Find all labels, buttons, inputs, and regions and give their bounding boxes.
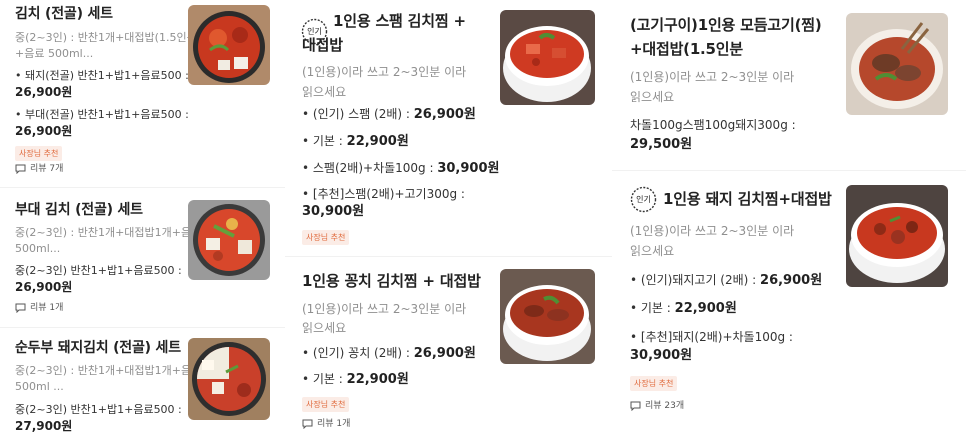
menu-option-label: 중(2~3인) 반찬1+밥1+음료500 : (15, 264, 182, 277)
menu-item-spam-kimchi-jjim[interactable]: 인기 1인용 스팸 김치찜 + 대접밥 (1인용)이라 쓰고 2~3인분 이라 … (285, 0, 612, 256)
menu-column-3: (고기구이)1인용 모듬고기(찜) +대접밥(1.5인분 (1인용)이라 쓰고 … (612, 0, 966, 436)
menu-option-price: 30,900원 (630, 348, 693, 363)
menu-column-1: 김치 (전골) 세트 중(2~3인) : 반찬1개+대접밥(1.5인분) +음료… (0, 0, 285, 436)
menu-item-desc-line1: (1인용)이라 쓰고 2~3인분 이라 (630, 224, 795, 238)
menu-item-modum-gogi-jjim[interactable]: (고기구이)1인용 모듬고기(찜) +대접밥(1.5인분 (1인용)이라 쓰고 … (612, 0, 966, 170)
menu-item-kkongchi-kimchi-jjim[interactable]: 1인용 꽁치 김치찜 + 대접밥 (1인용)이라 쓰고 2~3인분 이라 읽으세… (285, 257, 612, 436)
menu-column-2: 인기 1인용 스팸 김치찜 + 대접밥 (1인용)이라 쓰고 2~3인분 이라 … (285, 0, 612, 436)
menu-item-title: 1인용 돼지 김치찜+대접밥 (663, 190, 832, 208)
comment-icon (302, 419, 313, 429)
menu-item-photo (188, 338, 270, 420)
menu-item-budae-kimchi-set[interactable]: 부대 김치 (전골) 세트 중(2~3인) : 반찬1개+대접밥1개+음료 50… (0, 188, 285, 327)
menu-item-desc-line1: 중(2~3인) : 반찬1개+대접밥(1.5인분) (15, 31, 201, 44)
menu-item-desc-line2: 읽으세요 (630, 244, 675, 258)
menu-option: • 스팸(2배)+차돌100g : 30,900원 (302, 160, 499, 177)
menu-item-title-line1: 1인용 스팸 김치찜 + (333, 12, 466, 30)
menu-item-desc-line2: 500ml... (15, 242, 61, 255)
menu-option: • (인기) 꽁치 (2배) : 26,900원 (302, 345, 476, 362)
menu-item-desc-line1: 중(2~3인) : 반찬1개+대접밥1개+음료 (15, 364, 202, 377)
menu-option-label: • (인기) 스팸 (2배) : (302, 107, 414, 121)
menu-option-price: 26,900원 (413, 107, 476, 122)
menu-item-photo (188, 200, 270, 280)
menu-option: • 기본 : 22,900원 (630, 300, 737, 317)
comment-icon (630, 401, 641, 411)
menu-option-price: 26,900원 (15, 124, 73, 138)
menu-option-price: 26,900원 (760, 273, 823, 288)
review-count-label: 리뷰 23개 (645, 401, 685, 411)
review-count-label: 리뷰 7개 (30, 164, 64, 174)
owner-recommend-badge: 사장님 추천 (15, 146, 63, 161)
menu-item-desc-line2: +음료 500ml... (15, 47, 94, 60)
menu-item-title: 1인용 꽁치 김치찜 + 대접밥 (302, 272, 481, 290)
menu-option-label: 차돌100g스팸100g돼지300g : (630, 118, 796, 132)
menu-item-kimchi-jeongol-set[interactable]: 김치 (전골) 세트 중(2~3인) : 반찬1개+대접밥(1.5인분) +음료… (0, 0, 285, 187)
menu-option-price: 27,900원 (15, 419, 73, 433)
review-count-label: 리뷰 1개 (30, 303, 64, 313)
menu-option-label: • 부대(전골) 반찬1+밥1+음료500 : (15, 108, 189, 121)
menu-option-price: 29,500원 (630, 137, 693, 152)
menu-option-label: • 기본 : (302, 134, 347, 148)
menu-item-photo (500, 10, 595, 105)
menu-option-label: 중(2~3인) 반찬1+밥1+음료500 : (15, 403, 182, 416)
popular-badge-label: 인기 (636, 195, 651, 204)
menu-item-desc-line2: 읽으세요 (302, 321, 347, 335)
menu-item-desc-line2: 읽으세요 (630, 90, 675, 104)
menu-item-photo (846, 185, 948, 287)
review-count[interactable]: 리뷰 23개 (630, 400, 684, 412)
menu-option-price: 26,900원 (15, 85, 73, 99)
owner-recommend-badge: 사장님 추천 (630, 376, 678, 391)
menu-option-label: • (인기) 꽁치 (2배) : (302, 346, 414, 360)
owner-recommend-badge: 사장님 추천 (302, 230, 350, 245)
menu-item-sundubu-kimchi-set[interactable]: 순두부 돼지김치 (전골) 세트 중(2~3인) : 반찬1개+대접밥1개+음료… (0, 328, 285, 436)
menu-option-price: 26,900원 (413, 346, 476, 361)
menu-option-label: • 기본 : (630, 301, 675, 315)
menu-option-price: 30,900원 (302, 204, 365, 219)
review-count[interactable]: 리뷰 1개 (15, 302, 63, 314)
menu-option-label: • 돼지(전골) 반찬1+밥1+음료500 : (15, 69, 189, 82)
menu-option-label: • (인기)돼지고기 (2배) : (630, 273, 761, 287)
comment-icon (15, 164, 26, 174)
menu-item-title: 부대 김치 (전골) 세트 (15, 202, 143, 218)
menu-option-price: 22,900원 (346, 134, 409, 149)
menu-option-label: • [추천]스팸(2배)+고기300g : (302, 187, 465, 201)
menu-option-label: • [추천]돼지(2배)+차돌100g : (630, 330, 793, 344)
menu-option-price: 22,900원 (346, 372, 409, 387)
menu-item-title-line1: (고기구이)1인용 모듬고기(찜) (630, 16, 822, 34)
menu-item-title-line2: 대접밥 (302, 36, 343, 54)
menu-option: • (인기) 스팸 (2배) : 26,900원 (302, 106, 476, 123)
menu-item-photo (188, 5, 270, 85)
menu-item-photo (500, 269, 595, 364)
menu-item-title: 순두부 돼지김치 (전골) 세트 (15, 340, 181, 356)
review-count-label: 리뷰 1개 (317, 419, 351, 429)
menu-option-label: • 스팸(2배)+차돌100g : (302, 161, 438, 175)
menu-item-desc-line1: (1인용)이라 쓰고 2~3인분 이라 (630, 70, 795, 84)
menu-item-pork-kimchi-jjim[interactable]: 인기 1인용 돼지 김치찜+대접밥 (1인용)이라 쓰고 2~3인분 이라 읽으… (612, 171, 966, 436)
menu-option: • 기본 : 22,900원 (302, 133, 409, 150)
menu-option-price: 22,900원 (674, 301, 737, 316)
menu-item-desc-line1: (1인용)이라 쓰고 2~3인분 이라 (302, 65, 467, 79)
owner-recommend-badge: 사장님 추천 (302, 397, 350, 412)
review-count[interactable]: 리뷰 1개 (302, 418, 350, 430)
menu-option-price: 26,900원 (15, 280, 73, 294)
menu-option: • 기본 : 22,900원 (302, 371, 409, 388)
menu-item-desc-line2: 500ml ... (15, 380, 64, 393)
popular-badge: 인기 (630, 186, 657, 213)
menu-item-title: 김치 (전골) 세트 (15, 6, 113, 22)
menu-option-label: • 기본 : (302, 372, 347, 386)
menu-option: • (인기)돼지고기 (2배) : 26,900원 (630, 272, 822, 289)
menu-item-photo (846, 13, 948, 115)
menu-option-price: 30,900원 (437, 161, 500, 176)
comment-icon (15, 303, 26, 313)
review-count[interactable]: 리뷰 7개 (15, 163, 63, 175)
menu-item-title-line2: +대접밥(1.5인분 (630, 40, 743, 58)
menu-item-desc-line2: 읽으세요 (302, 85, 347, 99)
menu-item-desc-line1: (1인용)이라 쓰고 2~3인분 이라 (302, 302, 467, 316)
menu-item-desc-line1: 중(2~3인) : 반찬1개+대접밥1개+음료 (15, 226, 202, 239)
